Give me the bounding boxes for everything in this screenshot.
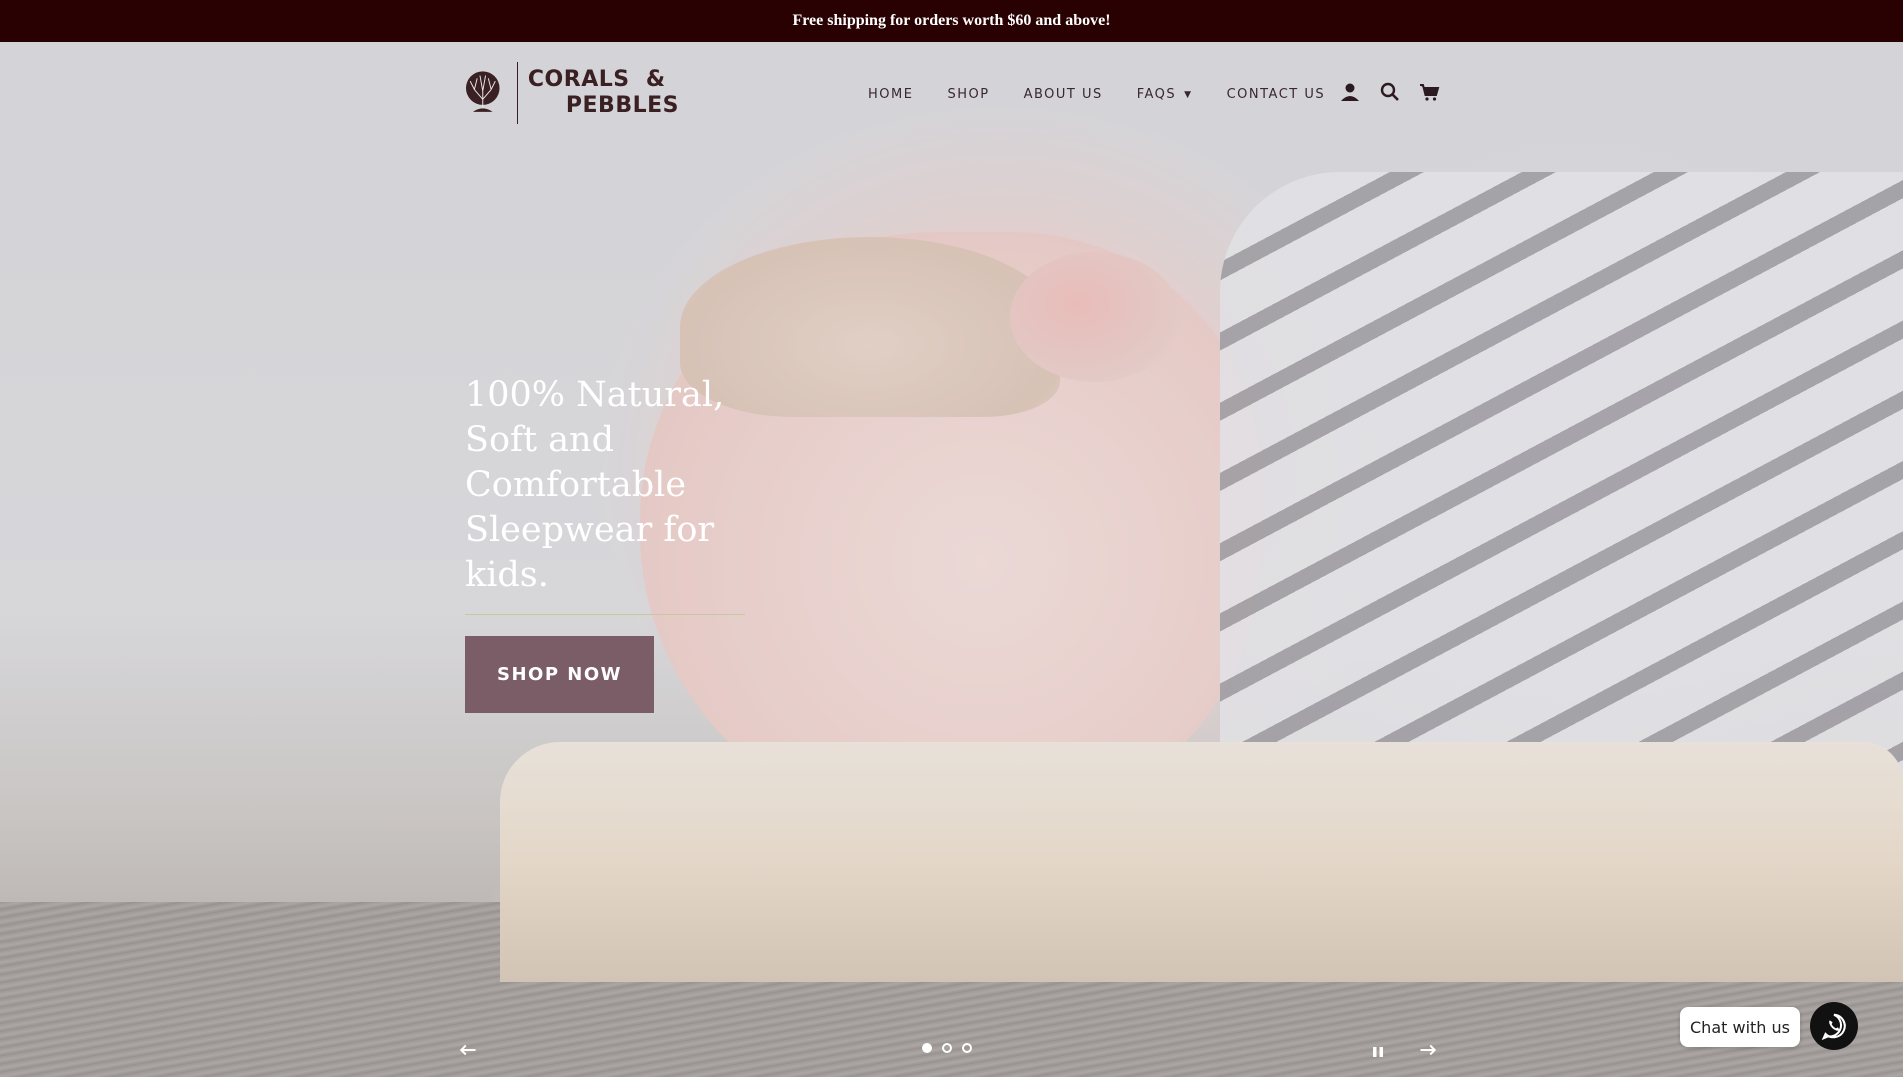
announcement-text: Free shipping for orders worth $60 and a… xyxy=(792,12,1111,29)
caret-down-icon: ▼ xyxy=(1184,89,1193,100)
nav-item-contact-us[interactable]: CONTACT US xyxy=(1227,87,1326,102)
brand-logo[interactable]: CORALS & PEBBLES xyxy=(459,60,679,126)
hero-headline: 100% Natural, Soft and Comfortable Sleep… xyxy=(465,375,725,595)
slide-dots xyxy=(922,1043,982,1053)
nav-item-shop[interactable]: SHOP xyxy=(947,87,989,102)
nav-item-faqs-label: FAQS xyxy=(1136,86,1177,102)
nav-item-about-us[interactable]: ABOUT US xyxy=(1024,87,1103,102)
whatsapp-icon[interactable] xyxy=(1810,1002,1858,1050)
header-icons xyxy=(1338,80,1458,104)
nav-item-faqs[interactable]: FAQS ▼ xyxy=(1137,87,1193,102)
logo-divider xyxy=(516,62,518,124)
headline-divider xyxy=(465,614,745,615)
search-icon[interactable] xyxy=(1378,80,1402,104)
slide-dot-1[interactable] xyxy=(922,1043,932,1053)
prev-slide-arrow-icon[interactable] xyxy=(454,1038,482,1062)
chat-label: Chat with us xyxy=(1690,1017,1790,1037)
coral-tree-icon xyxy=(465,71,500,112)
cart-icon[interactable] xyxy=(1418,80,1442,104)
slide-dot-2[interactable] xyxy=(942,1043,952,1053)
brand-name-line1: CORALS & xyxy=(527,67,666,92)
shop-now-button[interactable]: SHOP NOW xyxy=(465,636,654,713)
chat-with-us-button[interactable]: Chat with us xyxy=(1680,1007,1800,1047)
pause-icon[interactable] xyxy=(1364,1040,1392,1064)
nav-item-home[interactable]: HOME xyxy=(868,87,913,102)
account-icon[interactable] xyxy=(1338,80,1362,104)
main-nav: HOME SHOP ABOUT US FAQS ▼ CONTACT US xyxy=(868,82,1359,106)
announcement-bar: Free shipping for orders worth $60 and a… xyxy=(0,0,1903,42)
hero-slideshow xyxy=(0,42,1903,1077)
brand-name-line2: PEBBLES xyxy=(565,93,679,118)
brand-name: CORALS & PEBBLES xyxy=(528,67,679,119)
next-slide-arrow-icon[interactable] xyxy=(1414,1038,1442,1062)
slide-dot-3[interactable] xyxy=(962,1043,972,1053)
